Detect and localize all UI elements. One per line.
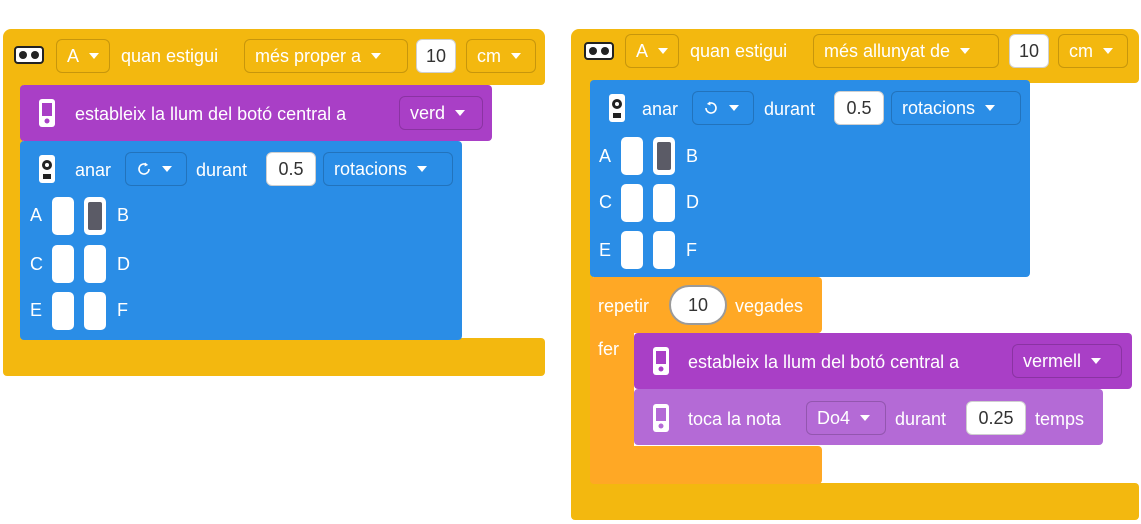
left-sensor-port-dropdown[interactable]: A [56, 39, 110, 73]
repeat-block-footer [590, 446, 822, 484]
hub-icon [39, 99, 55, 127]
right-light-color-dropdown[interactable]: vermell [1012, 344, 1122, 378]
right-when-label: quan estigui [690, 41, 788, 61]
chevron-down-icon [985, 105, 996, 111]
motor-icon [39, 155, 55, 183]
left-comparison-dropdown[interactable]: més proper a [244, 39, 408, 73]
port-label-e: E [599, 240, 612, 260]
port-b[interactable] [84, 197, 106, 235]
dropdown-value: més allunyat de [824, 40, 951, 61]
dropdown-value: A [67, 45, 80, 66]
port-label-c: C [599, 192, 612, 212]
port-f[interactable] [84, 292, 106, 330]
right-direction-dropdown[interactable] [692, 91, 754, 125]
repeat-label: repetir [598, 296, 650, 316]
port-b[interactable] [653, 137, 675, 175]
left-unit-dropdown-rotations[interactable]: rotacions [323, 152, 453, 186]
dropdown-value: més proper a [255, 45, 362, 66]
right-unit-dropdown-rotations[interactable]: rotacions [891, 91, 1021, 125]
dropdown-value: cm [1069, 40, 1093, 61]
right-sensor-port-dropdown[interactable]: A [625, 34, 679, 68]
chevron-down-icon [371, 53, 382, 59]
port-f[interactable] [653, 231, 675, 269]
port-c[interactable] [52, 245, 74, 283]
distance-sensor-icon [584, 42, 614, 60]
dropdown-value: cm [477, 45, 501, 66]
right-hat-footer [571, 483, 1139, 520]
port-label-a: A [30, 205, 43, 225]
note-label: toca la nota [688, 409, 782, 429]
left-light-label: estableix la llum del botó central a [75, 104, 347, 124]
hub-icon [653, 404, 669, 432]
port-label-b: B [117, 205, 130, 225]
motor-plug-icon [657, 142, 671, 170]
port-e[interactable] [52, 292, 74, 330]
chevron-down-icon [455, 110, 466, 116]
port-a[interactable] [52, 197, 74, 235]
right-move-label: anar [642, 99, 679, 119]
port-c[interactable] [621, 184, 643, 222]
do-label: fer [598, 339, 620, 359]
counterclockwise-icon [705, 101, 717, 114]
right-during-label: durant [764, 99, 816, 119]
chevron-down-icon [960, 48, 971, 54]
repeat-count-input[interactable]: 10 [669, 285, 727, 325]
repeat-times-label: vegades [735, 296, 804, 316]
left-when-label: quan estigui [121, 46, 219, 66]
port-d[interactable] [653, 184, 675, 222]
port-label-e: E [30, 300, 43, 320]
port-label-a: A [599, 146, 612, 166]
chevron-down-icon [1091, 358, 1102, 364]
port-a[interactable] [621, 137, 643, 175]
left-amount-input[interactable]: 0.5 [266, 152, 316, 186]
port-label-f: F [686, 240, 697, 260]
dropdown-value: verd [410, 102, 446, 123]
chevron-down-icon [511, 53, 521, 59]
dropdown-value: A [636, 40, 649, 61]
port-label-c: C [30, 254, 43, 274]
right-distance-input[interactable]: 10 [1009, 34, 1049, 68]
dropdown-value: rotacions [902, 97, 976, 118]
dropdown-value: rotacions [334, 158, 408, 179]
left-during-label: durant [196, 160, 248, 180]
note-dropdown[interactable]: Do4 [806, 401, 886, 435]
chevron-down-icon [417, 166, 428, 172]
port-label-d: D [686, 192, 699, 212]
chevron-down-icon [89, 53, 100, 59]
chevron-down-icon [658, 48, 669, 54]
port-d[interactable] [84, 245, 106, 283]
right-comparison-dropdown[interactable]: més allunyat de [813, 34, 999, 68]
note-duration-input[interactable]: 0.25 [966, 401, 1026, 435]
left-light-color-dropdown[interactable]: verd [399, 96, 483, 130]
note-during-label: durant [895, 409, 947, 429]
dropdown-value: Do4 [817, 407, 851, 428]
left-unit-dropdown[interactable]: cm [466, 39, 536, 73]
dropdown-value: vermell [1023, 350, 1082, 371]
port-label-b: B [686, 146, 699, 166]
left-hat-footer [3, 338, 545, 376]
clockwise-icon [138, 162, 150, 175]
right-amount-input[interactable]: 0.5 [834, 91, 884, 125]
chevron-down-icon [860, 415, 871, 421]
motor-icon [609, 94, 625, 122]
chevron-down-icon [1103, 48, 1113, 54]
left-distance-input[interactable]: 10 [416, 39, 456, 73]
chevron-down-icon [162, 166, 172, 172]
note-unit-label: temps [1035, 409, 1085, 429]
right-light-label: estableix la llum del botó central a [688, 352, 960, 372]
left-direction-dropdown[interactable] [125, 152, 187, 186]
chevron-down-icon [729, 105, 739, 111]
distance-sensor-icon [14, 46, 44, 64]
left-move-label: anar [75, 160, 112, 180]
port-e[interactable] [621, 231, 643, 269]
port-label-f: F [117, 300, 128, 320]
port-label-d: D [117, 254, 130, 274]
motor-plug-icon [88, 202, 102, 230]
right-unit-dropdown[interactable]: cm [1058, 34, 1128, 68]
hub-icon [653, 347, 669, 375]
